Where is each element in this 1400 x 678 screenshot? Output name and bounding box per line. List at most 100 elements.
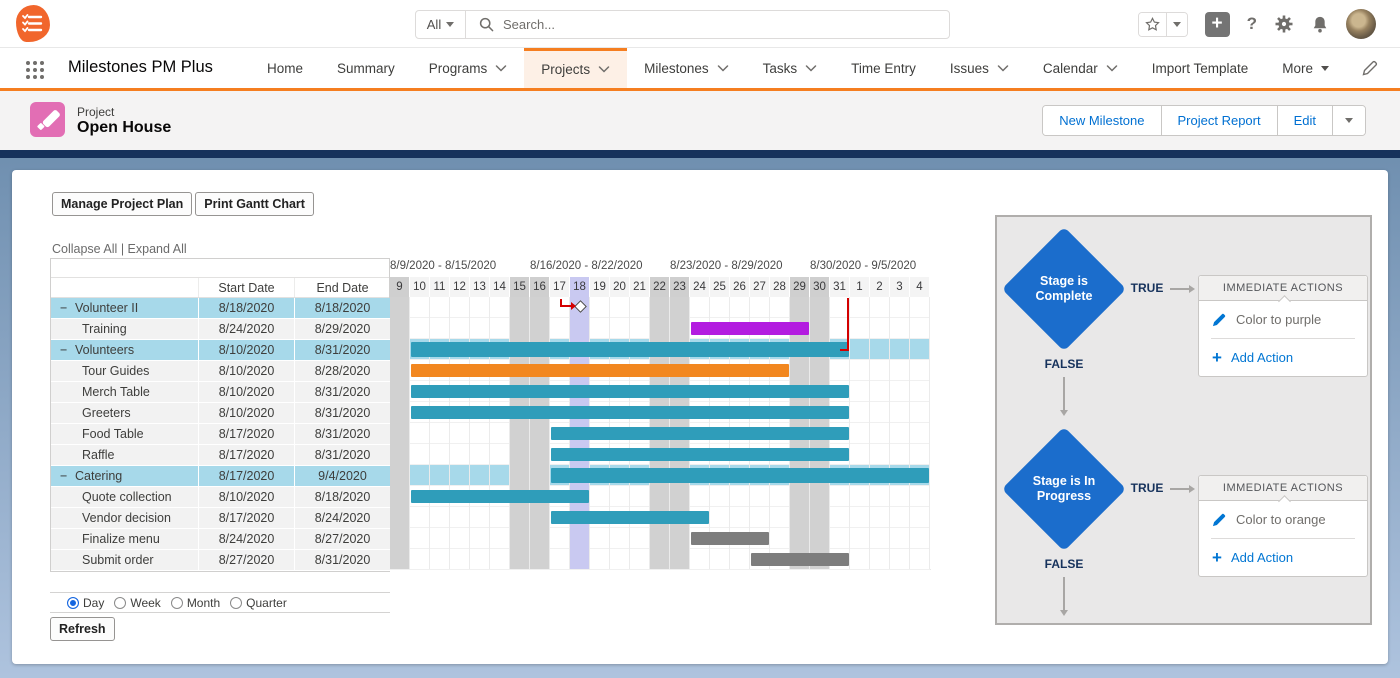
row-start-date: 8/27/2020 — [199, 550, 295, 571]
day-header-10: 10 — [410, 277, 430, 297]
tab-tasks[interactable]: Tasks — [746, 48, 835, 88]
row-end-date: 8/18/2020 — [295, 298, 391, 319]
row-name: Volunteer II — [75, 301, 138, 315]
day-column-1 — [850, 297, 870, 569]
week-label: 8/16/2020 - 8/22/2020 — [530, 260, 670, 272]
radio-week[interactable]: Week — [114, 596, 160, 610]
gantt-bar-food-table[interactable] — [551, 427, 849, 440]
app-logo-icon — [16, 5, 52, 43]
collapse-toggle[interactable]: − — [60, 343, 75, 357]
day-column-14 — [490, 297, 510, 569]
gantt-bar-tour-guides[interactable] — [411, 364, 789, 377]
tab-milestones[interactable]: Milestones — [627, 48, 746, 88]
tab-import-template[interactable]: Import Template — [1135, 48, 1266, 88]
tab-programs[interactable]: Programs — [412, 48, 525, 88]
add-action-button[interactable]: +Add Action — [1199, 339, 1367, 376]
day-header-2: 2 — [870, 277, 890, 297]
expand-all-link[interactable]: Expand All — [128, 242, 187, 256]
row-start-date: 8/10/2020 — [199, 340, 295, 361]
table-row-tour-guides: Tour Guides8/10/20208/28/2020 — [51, 361, 389, 382]
global-add-button[interactable]: + — [1205, 12, 1230, 37]
row-end-date: 8/27/2020 — [295, 529, 391, 550]
gantt-bar-quote-collection[interactable] — [411, 490, 589, 503]
tab-label: Issues — [950, 61, 989, 76]
edit-nav-pencil-icon[interactable] — [1362, 60, 1378, 76]
gantt-bar-submit-order[interactable] — [751, 553, 849, 566]
app-navigation-bar: Milestones PM Plus HomeSummaryProgramsPr… — [0, 48, 1400, 91]
day-column-9 — [390, 297, 410, 569]
flow-decision-stage-is-complete[interactable]: Stage is Complete — [1002, 227, 1126, 351]
gantt-bar-merch-table[interactable] — [411, 385, 849, 398]
day-column-2 — [870, 297, 890, 569]
tab-time-entry[interactable]: Time Entry — [834, 48, 933, 88]
collapse-all-link[interactable]: Collapse All — [52, 242, 117, 256]
day-header-29: 29 — [790, 277, 810, 297]
tab-summary[interactable]: Summary — [320, 48, 412, 88]
radio-label: Week — [130, 596, 160, 610]
row-start-date: 8/10/2020 — [199, 487, 295, 508]
nav-tabs: HomeSummaryProgramsProjectsMilestonesTas… — [250, 48, 1346, 88]
tab-more[interactable]: More — [1265, 48, 1346, 88]
action-label: Color to purple — [1236, 312, 1321, 327]
gantt-bar-catering[interactable] — [551, 468, 929, 483]
day-header-1: 1 — [850, 277, 870, 297]
radio-month[interactable]: Month — [171, 596, 220, 610]
day-header-17: 17 — [550, 277, 570, 297]
manage-project-plan-button[interactable]: Manage Project Plan — [52, 192, 192, 216]
tab-calendar[interactable]: Calendar — [1026, 48, 1135, 88]
gantt-bar-greeters[interactable] — [411, 406, 849, 419]
day-header-4: 4 — [910, 277, 930, 297]
gantt-bar-raffle[interactable] — [551, 448, 849, 461]
table-row-greeters: Greeters8/10/20208/31/2020 — [51, 403, 389, 424]
project-report-button[interactable]: Project Report — [1161, 106, 1277, 135]
gantt-bar-vendor-decision[interactable] — [551, 511, 709, 524]
gantt-bar-training[interactable] — [691, 322, 809, 335]
search-input[interactable] — [503, 17, 949, 32]
flow-decision-stage-is-in-progress[interactable]: Stage is In Progress — [1002, 427, 1126, 551]
collapse-toggle[interactable]: − — [60, 301, 75, 315]
row-end-date: 8/29/2020 — [295, 319, 391, 340]
day-column-11 — [430, 297, 450, 569]
chevron-down-icon — [598, 66, 610, 73]
favorites-star-button[interactable] — [1139, 13, 1166, 36]
favorites-dropdown-button[interactable] — [1166, 13, 1187, 36]
tab-projects[interactable]: Projects — [524, 48, 627, 88]
tree-links: Collapse All | Expand All — [52, 242, 187, 256]
app-name: Milestones PM Plus — [68, 58, 213, 77]
week-header-row: 8/9/2020 - 8/15/20208/16/2020 - 8/22/202… — [390, 258, 931, 277]
new-milestone-button[interactable]: New Milestone — [1043, 106, 1160, 135]
notifications-bell-icon[interactable] — [1311, 15, 1329, 34]
edit-button[interactable]: Edit — [1277, 106, 1332, 135]
end-date-column-header: End Date — [295, 278, 391, 297]
timescale-radio-group: Day Week Month Quarter — [50, 592, 390, 613]
user-avatar[interactable] — [1346, 9, 1376, 39]
day-header-18: 18 — [570, 277, 590, 297]
tab-issues[interactable]: Issues — [933, 48, 1026, 88]
day-column-15 — [510, 297, 530, 569]
add-action-button[interactable]: +Add Action — [1199, 539, 1367, 576]
row-name: Catering — [75, 469, 122, 483]
radio-icon — [230, 597, 242, 609]
tab-home[interactable]: Home — [250, 48, 320, 88]
day-column-13 — [470, 297, 490, 569]
record-actions-dropdown-button[interactable] — [1332, 106, 1365, 135]
row-start-date: 8/17/2020 — [199, 508, 295, 529]
add-action-label: Add Action — [1231, 550, 1293, 565]
gantt-bar-finalize-menu[interactable] — [691, 532, 769, 545]
collapse-toggle[interactable]: − — [60, 469, 75, 483]
table-row-quote-collection: Quote collection8/10/20208/18/2020 — [51, 487, 389, 508]
record-header: Project Open House New Milestone Project… — [0, 91, 1400, 150]
row-end-date: 8/24/2020 — [295, 508, 391, 529]
row-name: Volunteers — [75, 343, 134, 357]
radio-quarter[interactable]: Quarter — [230, 596, 287, 610]
radio-day[interactable]: Day — [67, 596, 104, 610]
refresh-button[interactable]: Refresh — [50, 617, 115, 641]
print-gantt-chart-button[interactable]: Print Gantt Chart — [195, 192, 314, 216]
search-scope-button[interactable]: All — [416, 11, 466, 38]
tab-label: Time Entry — [851, 61, 916, 76]
table-row-submit-order: Submit order8/27/20208/31/2020 — [51, 550, 389, 571]
help-icon[interactable]: ? — [1247, 14, 1257, 34]
setup-gear-icon[interactable] — [1274, 14, 1294, 34]
gantt-bar-volunteers[interactable] — [411, 342, 849, 357]
app-launcher-icon[interactable] — [26, 61, 30, 65]
